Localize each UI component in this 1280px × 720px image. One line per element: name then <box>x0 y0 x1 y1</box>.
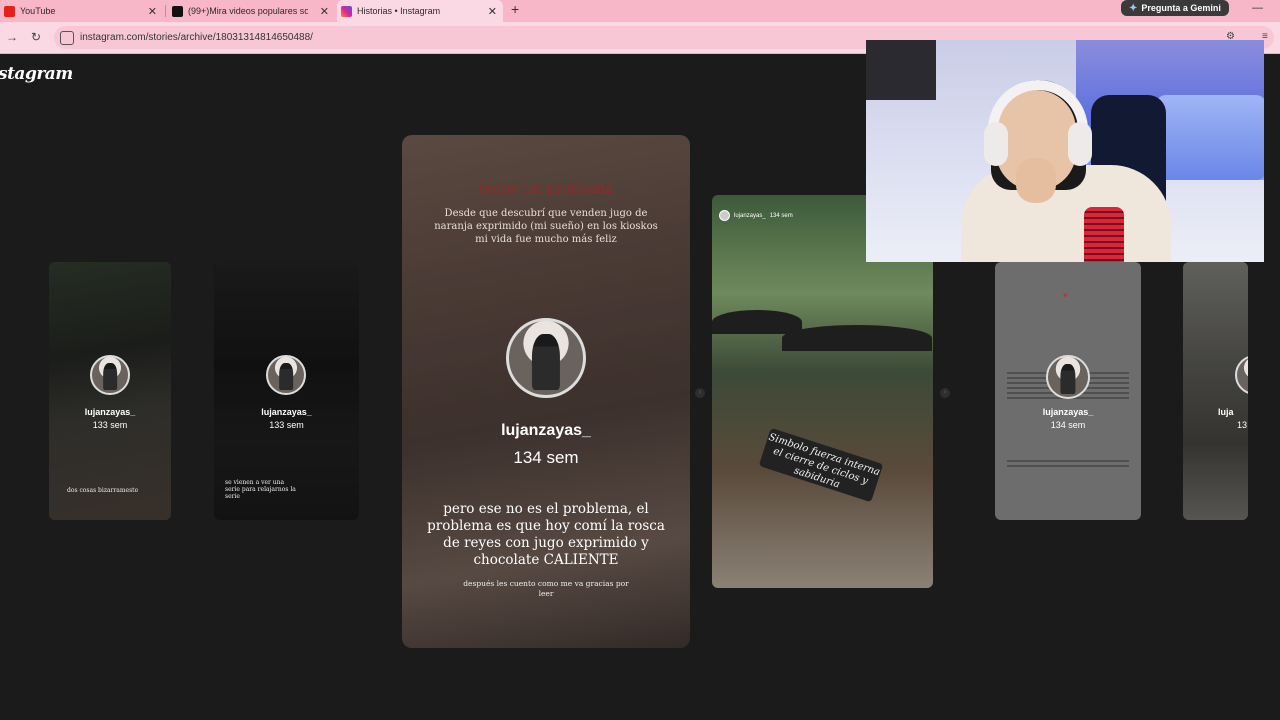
story-card[interactable]: luja 13 <box>1183 262 1248 520</box>
story-dim <box>1183 262 1248 520</box>
story-card[interactable]: ♥ lujanzayas_ 134 sem <box>995 262 1141 520</box>
next-story-button[interactable]: › <box>940 388 950 398</box>
story-username: lujanzayas_ <box>261 407 312 417</box>
story-text: después les cuento como me va gracias po… <box>463 579 629 598</box>
avatar <box>1046 355 1090 399</box>
story-time: 133 sem <box>92 420 128 430</box>
avatar <box>90 355 130 395</box>
story-caption: dos cosas bizarrameste <box>67 487 139 494</box>
instagram-icon <box>341 5 352 17</box>
headphone-earcup <box>984 122 1008 166</box>
story-username: luja <box>1218 407 1234 417</box>
close-icon[interactable]: ✕ <box>320 5 329 18</box>
webcam-overlay <box>866 40 1264 262</box>
tab-tiktok[interactable]: (99+)Mira videos populares sobre ✕ <box>168 0 335 22</box>
webcam-hand <box>1016 158 1056 203</box>
story-card[interactable]: lujanzayas_ 133 sem dos cosas bizarrames… <box>49 262 171 520</box>
story-time: 134 sem <box>1050 420 1086 430</box>
webcam-sofa <box>1156 95 1264 180</box>
story-username: lujanzayas_ <box>1042 407 1094 417</box>
story-time: 133 sem <box>269 420 304 430</box>
tiktok-icon <box>172 5 183 17</box>
close-icon[interactable]: ✕ <box>488 5 497 18</box>
avatar <box>719 210 730 221</box>
new-tab-button[interactable]: + <box>511 1 519 17</box>
story-card[interactable]: lujanzayas_ 133 sem se vienen a ver una … <box>214 262 359 520</box>
tab-label: (99+)Mira videos populares sobre <box>188 6 308 16</box>
webcam-shelf <box>866 40 936 100</box>
instagram-logo[interactable]: stagram <box>0 64 73 84</box>
tab-label: Historias • Instagram <box>357 6 441 16</box>
forward-icon[interactable]: → <box>6 30 18 44</box>
gemini-label: Pregunta a Gemini <box>1141 3 1221 13</box>
story-header: lujanzayas_ 134 sem <box>719 210 793 221</box>
gemini-button[interactable]: ✦ Pregunta a Gemini <box>1121 0 1229 16</box>
tab-youtube[interactable]: YouTube ✕ <box>0 0 163 22</box>
story-text: Desde que descubrí que venden jugo de na… <box>434 208 658 245</box>
gemini-icon: ✦ <box>1129 2 1138 14</box>
text-lines <box>1007 460 1129 470</box>
story-time: 134 sem <box>769 212 793 219</box>
url-text[interactable]: instagram.com/stories/archive/1803131481… <box>80 32 313 43</box>
avatar <box>506 318 586 398</box>
story-title: tengo un problema <box>478 181 614 197</box>
site-info-icon[interactable] <box>60 30 74 45</box>
umbrella <box>712 310 802 334</box>
prev-story-button[interactable]: ‹ <box>695 388 705 398</box>
heart-icon: ♥ <box>1063 291 1068 300</box>
tab-instagram[interactable]: Historias • Instagram ✕ <box>337 0 503 22</box>
headphone-earcup <box>1068 122 1092 166</box>
reload-icon[interactable]: ↻ <box>31 30 41 44</box>
umbrella <box>782 325 932 351</box>
story-time: 134 sem <box>513 448 579 467</box>
story-username: lujanzayas_ <box>734 212 766 219</box>
microphone <box>1084 207 1124 262</box>
story-username: lujanzayas_ <box>501 422 591 439</box>
story-current[interactable]: tengo un problema Desde que descubrí que… <box>402 135 690 648</box>
tab-strip: YouTube ✕ (99+)Mira videos populares sob… <box>0 0 1280 22</box>
minimize-icon[interactable]: — <box>1252 2 1263 14</box>
avatar <box>266 355 306 395</box>
tab-divider <box>165 5 166 17</box>
tab-label: YouTube <box>20 6 56 16</box>
story-caption: se vienen a ver una serie para relajarno… <box>225 479 296 500</box>
youtube-icon <box>4 5 15 17</box>
close-icon[interactable]: ✕ <box>148 5 157 18</box>
story-sign: Simbolo fuerza interna el cierre de cicl… <box>758 427 884 503</box>
story-time: 13 <box>1237 420 1248 430</box>
story-username: lujanzayas_ <box>84 407 136 417</box>
story-text: pero ese no es el problema, el problema … <box>427 501 665 568</box>
